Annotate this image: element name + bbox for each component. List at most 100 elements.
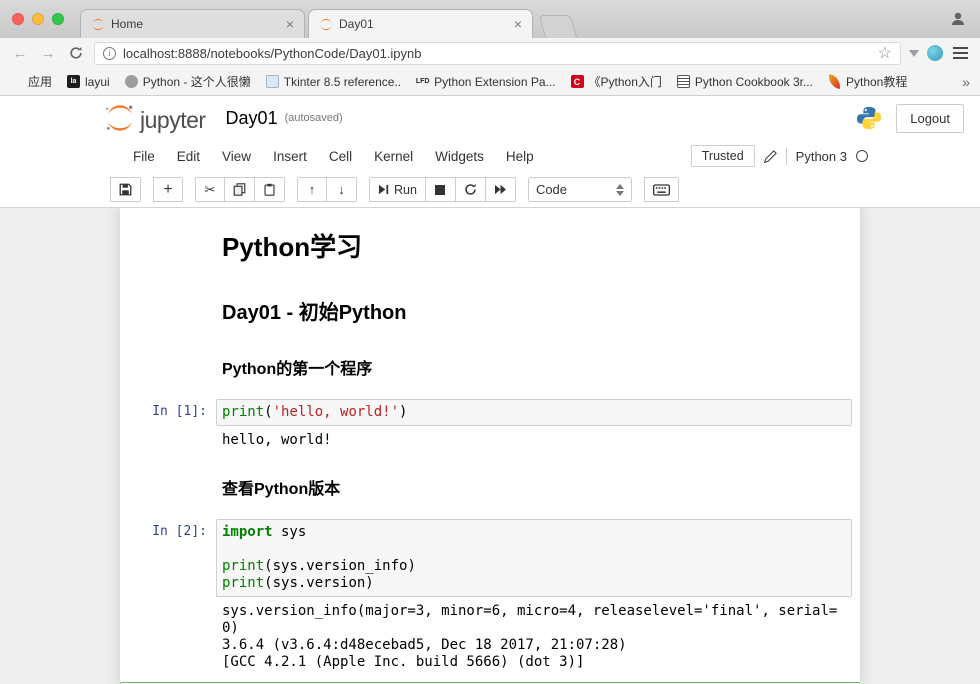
jupyter-toolbar: + ✂ ↑ ↓ <box>0 172 980 208</box>
markdown-heading: Day01 - 初始Python <box>222 296 852 325</box>
window-controls <box>12 13 64 25</box>
menu-edit[interactable]: Edit <box>166 149 211 164</box>
back-icon[interactable]: ← <box>10 45 30 62</box>
interrupt-kernel-button[interactable] <box>426 177 456 202</box>
scissors-icon: ✂ <box>205 183 216 196</box>
edit-mode-pencil-icon <box>764 150 777 163</box>
arrow-up-icon: ↑ <box>309 183 316 196</box>
notebook-container: Python学习 Day01 - 初始Python Python的第一个程序 In [… <box>120 208 860 684</box>
command-palette-button[interactable] <box>644 177 679 202</box>
feather-favicon <box>827 74 842 89</box>
menu-cell[interactable]: Cell <box>318 149 363 164</box>
reload-icon[interactable] <box>66 46 86 60</box>
tab-strip: Home × Day01 × <box>80 9 574 38</box>
cell-output: sys.version_info(major=3, minor=6, micro… <box>216 597 852 677</box>
move-cell-down-button[interactable]: ↓ <box>327 177 357 202</box>
bookmark-item-2[interactable]: Python - 这个人很懒 <box>125 73 251 90</box>
bookmark-label: 应用 <box>28 73 52 90</box>
copy-cell-button[interactable] <box>225 177 255 202</box>
menu-help[interactable]: Help <box>495 149 545 164</box>
trusted-button[interactable]: Trusted <box>691 145 755 167</box>
close-window-button[interactable] <box>12 13 24 25</box>
new-tab-button[interactable] <box>539 15 578 38</box>
run-label: Run <box>394 183 417 197</box>
code-cell[interactable]: In [1]:print('hello, world!')hello, worl… <box>120 394 860 460</box>
gray-avatar-favicon <box>125 75 138 88</box>
code-cell[interactable]: In [2]:import sys print(sys.version_info… <box>120 514 860 682</box>
tab-close-icon[interactable]: × <box>286 17 294 31</box>
bookmark-item-3[interactable]: Tkinter 8.5 reference.. <box>266 73 401 90</box>
downloads-icon[interactable] <box>909 50 919 57</box>
jupyter-wordmark: jupyter <box>140 109 206 132</box>
paste-cell-button[interactable] <box>255 177 285 202</box>
cell-type-dropdown[interactable]: Code <box>528 177 632 202</box>
bookmarks-bar: 应用 lalayui Python - 这个人很懒 Tkinter 8.5 refer… <box>0 68 980 96</box>
chrome-menu-icon[interactable] <box>951 45 970 61</box>
url-bar[interactable]: i localhost:8888/notebooks/PythonCode/Da… <box>94 42 901 65</box>
menu-view[interactable]: View <box>211 149 262 164</box>
tab-close-icon[interactable]: × <box>514 17 522 31</box>
bookmark-label: 《Python入门 <box>589 73 662 90</box>
jupyter-logo-icon <box>104 104 136 132</box>
jupyter-logo[interactable]: jupyter <box>104 104 206 132</box>
layui-logo-favicon: la <box>67 75 80 88</box>
markdown-heading: Python的第一个程序 <box>222 355 852 379</box>
add-cell-button[interactable]: + <box>153 177 183 202</box>
markdown-heading: 查看Python版本 <box>222 475 852 499</box>
bookmark-label: Tkinter 8.5 reference.. <box>284 75 401 89</box>
run-cell-button[interactable]: Run <box>369 177 426 202</box>
menu-kernel[interactable]: Kernel <box>363 149 424 164</box>
restart-run-all-button[interactable] <box>486 177 516 202</box>
menu-insert[interactable]: Insert <box>262 149 318 164</box>
notebook-scroll-area[interactable]: Python学习 Day01 - 初始Python Python的第一个程序 In [… <box>0 208 980 684</box>
menu-file[interactable]: File <box>122 149 166 164</box>
browser-tab-home[interactable]: Home × <box>80 9 305 38</box>
markdown-cell[interactable]: Python的第一个程序 <box>120 340 860 394</box>
clipboard-icon <box>263 183 276 196</box>
bookmark-item-7[interactable]: Python教程 <box>828 73 907 90</box>
bookmark-item-4[interactable]: LFDPython Extension Pa... <box>416 73 555 90</box>
forward-icon[interactable]: → <box>38 45 58 62</box>
browser-titlebar: Home × Day01 × <box>0 0 980 38</box>
jupyter-favicon <box>91 18 105 31</box>
bookmark-item-1[interactable]: lalayui <box>67 73 110 90</box>
logout-button[interactable]: Logout <box>896 104 964 133</box>
browser-tab-day01[interactable]: Day01 × <box>308 9 533 38</box>
extension-icon[interactable] <box>927 45 943 61</box>
markdown-cell[interactable]: Day01 - 初始Python <box>120 281 860 340</box>
save-button[interactable] <box>110 177 141 202</box>
jupyter-menubar: FileEditViewInsertCellKernelWidgetsHelp … <box>0 140 980 172</box>
markdown-heading: Python学习 <box>222 227 852 264</box>
profile-icon[interactable] <box>950 11 966 27</box>
cell-type-value: Code <box>536 182 567 197</box>
cell-prompt <box>120 465 216 509</box>
run-icon <box>378 184 389 195</box>
bookmarks-overflow-chevron[interactable]: » <box>962 74 970 90</box>
bookmark-star-icon[interactable]: ☆ <box>878 43 892 63</box>
cut-cell-button[interactable]: ✂ <box>195 177 225 202</box>
browser-navbar: ← → i localhost:8888/notebooks/PythonCod… <box>0 38 980 68</box>
markdown-cell[interactable]: 查看Python版本 <box>120 460 860 514</box>
code-input[interactable]: import sys print(sys.version_info)print(… <box>216 519 852 597</box>
markdown-cell[interactable]: Python学习 <box>120 216 860 281</box>
notebook-title[interactable]: Day01 <box>226 108 278 129</box>
bookmark-item-0[interactable]: 应用 <box>10 73 52 90</box>
url-text[interactable]: localhost:8888/notebooks/PythonCode/Day0… <box>123 46 871 61</box>
python-logo <box>856 105 882 131</box>
move-cell-up-button[interactable]: ↑ <box>297 177 327 202</box>
page-info-icon[interactable]: i <box>103 47 116 60</box>
bookmark-item-5[interactable]: C《Python入门 <box>571 73 662 90</box>
bookmark-item-6[interactable]: Python Cookbook 3r... <box>677 73 813 90</box>
menu-widgets[interactable]: Widgets <box>424 149 495 164</box>
zoom-window-button[interactable] <box>52 13 64 25</box>
bookmark-label: Python Extension Pa... <box>434 75 555 89</box>
code-input[interactable]: print('hello, world!') <box>216 399 852 426</box>
minimize-window-button[interactable] <box>32 13 44 25</box>
kernel-status-icon <box>856 150 868 162</box>
tab-title: Day01 <box>339 17 508 31</box>
divider <box>786 148 787 165</box>
stop-icon <box>435 185 445 195</box>
restart-kernel-button[interactable] <box>456 177 486 202</box>
kernel-name[interactable]: Python 3 <box>796 149 847 164</box>
cell-prompt <box>120 286 216 335</box>
